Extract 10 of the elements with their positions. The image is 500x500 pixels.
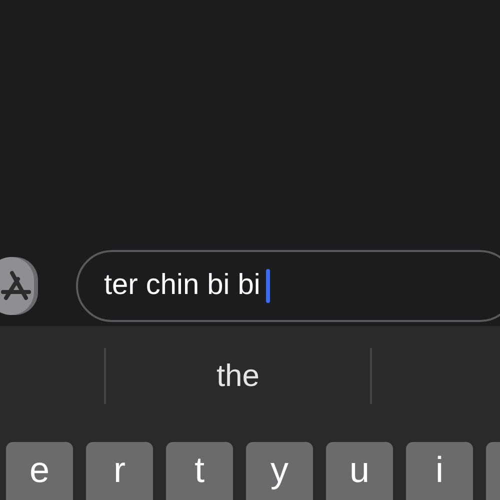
keyboard-key[interactable]: r [86, 442, 153, 500]
suggestion[interactable]: the [216, 352, 260, 400]
keyboard-key[interactable]: u [326, 442, 393, 500]
keyboard-key[interactable]: e [6, 442, 73, 500]
input-text: ter chin bi bi [104, 268, 260, 304]
message-input-field[interactable]: ter chin bi bi [76, 250, 500, 322]
keyboard-key[interactable]: i [406, 442, 473, 500]
keyboard-key[interactable]: t [166, 442, 233, 500]
app-store-button[interactable] [0, 257, 34, 315]
keyboard-key[interactable]: y [246, 442, 313, 500]
